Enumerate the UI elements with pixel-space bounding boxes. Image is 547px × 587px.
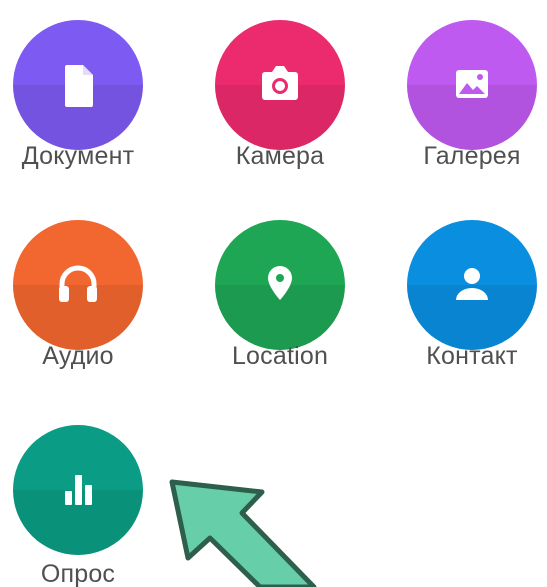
camera-label: Камера bbox=[235, 142, 325, 170]
poll-label: Опрос bbox=[40, 560, 116, 587]
contact-label: Контакт bbox=[426, 342, 518, 370]
headphones-icon bbox=[59, 265, 97, 302]
camera-icon bbox=[262, 66, 298, 100]
attach-item-gallery[interactable]: Галерея bbox=[382, 20, 547, 170]
audio-button[interactable] bbox=[13, 220, 143, 350]
document-label: Документ bbox=[21, 142, 135, 170]
audio-label: Аудио bbox=[42, 342, 114, 370]
attach-item-audio[interactable]: Аудио bbox=[0, 220, 168, 370]
attach-item-contact[interactable]: Контакт bbox=[382, 220, 547, 370]
poll-button[interactable] bbox=[13, 425, 143, 555]
contact-person-icon bbox=[456, 268, 488, 300]
camera-button[interactable] bbox=[215, 20, 345, 150]
gallery-icon bbox=[456, 70, 488, 98]
attach-item-location[interactable]: Location bbox=[190, 220, 370, 370]
attach-item-camera[interactable]: Камера bbox=[190, 20, 370, 170]
gallery-button[interactable] bbox=[407, 20, 537, 150]
document-icon bbox=[65, 65, 93, 107]
location-pin-icon bbox=[268, 266, 292, 300]
location-label: Location bbox=[231, 342, 329, 370]
attach-item-document[interactable]: Документ bbox=[0, 20, 168, 170]
gallery-label: Галерея bbox=[423, 142, 521, 170]
document-button[interactable] bbox=[13, 20, 143, 150]
contact-button[interactable] bbox=[407, 220, 537, 350]
attach-menu: Документ Камера Галерея Аудио Location К… bbox=[0, 0, 547, 587]
poll-chart-icon bbox=[65, 475, 92, 505]
attach-item-poll[interactable]: Опрос bbox=[0, 425, 168, 587]
location-button[interactable] bbox=[215, 220, 345, 350]
